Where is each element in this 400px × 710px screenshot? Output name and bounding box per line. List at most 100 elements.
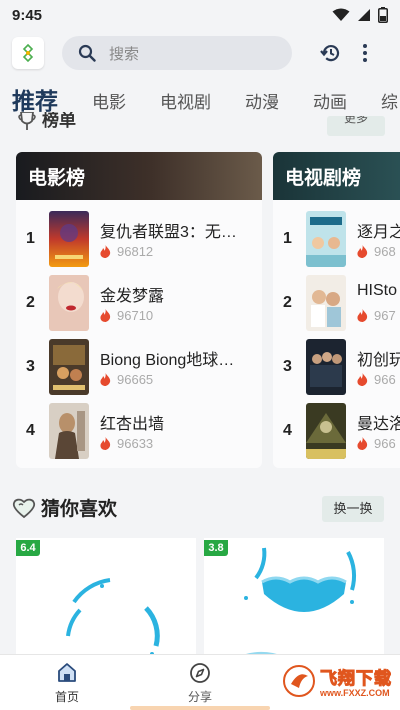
home-icon [58,663,76,682]
fire-icon [357,309,368,322]
nav-home[interactable]: 首页 [37,661,97,705]
watermark-text: 飞翔下载 [320,669,392,689]
rank-title: 复仇者联盟3：无… [100,224,237,241]
rank-title: 红杏出墙 [100,416,165,433]
search-icon [78,44,96,62]
rank-title: Biong Biong地球… [100,352,235,369]
poster-image [306,275,346,331]
rank-title: 初创玩 [357,352,400,369]
ranking-item[interactable]: 1 复仇者联盟3：无… 96812 [16,211,262,267]
heat-count: 96633 [100,436,153,451]
rank-title: 逐月之 [357,224,400,241]
rank-number: 4 [283,422,292,439]
heart-icon [12,498,36,518]
swap-button[interactable]: 换一换 [322,496,384,522]
poster-image [306,211,346,267]
guess-section-title: 猜你喜欢 [41,499,118,520]
tab-movie[interactable]: 电影 [92,88,126,116]
score-badge: 6.4 [16,540,40,556]
poster-image [49,339,89,395]
score-badge: 3.8 [204,540,228,556]
more-vert-icon [363,44,367,62]
ranking-item[interactable]: 2 HISto 967 [273,275,400,331]
tab-recommend[interactable]: 推荐 [12,82,58,116]
tv-ranking-header: 电视剧榜 [273,152,400,200]
fire-icon [357,373,368,386]
history-button[interactable] [320,42,342,64]
tab-tv-series[interactable]: 电视剧 [160,88,211,116]
fire-icon [100,309,111,322]
tv-ranking-title: 电视剧榜 [285,167,362,189]
fire-icon [357,437,368,450]
tab-anime[interactable]: 动漫 [245,88,279,116]
heat-value: 96812 [117,244,154,259]
heat-count: 966 [357,372,396,387]
poster-image [306,403,346,459]
nav-indicator [130,706,270,710]
poster-image [49,211,89,267]
ranking-item[interactable]: 3 Biong Biong地球… 96665 [16,339,262,395]
status-time: 9:45 [12,6,43,24]
ranking-item[interactable]: 3 初创玩 966 [273,339,400,395]
rank-number: 1 [26,230,35,247]
poster-image [49,275,89,331]
watermark-icon [283,665,315,697]
fire-icon [357,245,368,258]
trophy-icon [18,112,36,130]
heat-value: 966 [374,372,396,387]
tab-animation[interactable]: 动画 [313,88,347,116]
status-bar: 9:45 [0,0,400,30]
heat-count: 96665 [100,372,153,387]
rank-number: 4 [26,422,35,439]
fire-icon [100,373,111,386]
search-placeholder: 搜索 [109,45,140,63]
heat-value: 968 [374,244,396,259]
rank-number: 1 [283,230,292,247]
app-logo[interactable] [12,37,44,69]
more-label: 更多 [343,116,368,125]
ranking-item[interactable]: 4 红杏出墙 96633 [16,403,262,459]
poster-image [306,339,346,395]
ranking-item[interactable]: 1 逐月之 968 [273,211,400,267]
watermark-url: www.FXXZ.COM [320,688,390,698]
fire-icon [100,245,111,258]
nav-share-label: 分享 [187,690,212,704]
history-icon [320,45,340,62]
movie-ranking-header: 电影榜 [16,152,262,200]
tv-ranking-card[interactable]: 电视剧榜 1 逐月之 968 2 HISto 967 3 初创玩 966 4 曼… [273,152,400,468]
signal-icon [358,9,370,21]
heat-count: 966 [357,436,396,451]
rank-title: HISto [357,282,398,299]
more-button[interactable]: 更多 [327,116,385,136]
movie-ranking-card[interactable]: 电影榜 1 复仇者联盟3：无… 96812 2 金发梦露 96710 3 Bio… [16,152,262,468]
ranking-item[interactable]: 4 曼达洛 966 [273,403,400,459]
watermark-logo: 飞翔下载 www.FXXZ.COM [282,664,392,698]
rank-number: 2 [26,294,35,311]
search-input[interactable]: 搜索 [62,36,292,70]
top-header: 搜索 [0,30,400,76]
tab-variety[interactable]: 综 [381,88,398,116]
ranking-item[interactable]: 2 金发梦露 96710 [16,275,262,331]
guess-section-header: 猜你喜欢 [12,494,117,521]
ranking-section-header: 榜单 [16,112,76,132]
rank-title: 金发梦露 [100,288,165,305]
battery-icon [378,7,388,23]
heat-value: 967 [374,308,396,323]
compass-icon [190,663,210,683]
rank-number: 3 [26,358,35,375]
heat-count: 96710 [100,308,153,323]
more-options-button[interactable] [362,43,368,63]
heat-value: 96710 [117,308,154,323]
heat-count: 968 [357,244,396,259]
heat-value: 96665 [117,372,154,387]
ranking-section-title: 榜单 [42,112,76,130]
heat-value: 96633 [117,436,154,451]
ranking-cards: 电影榜 1 复仇者联盟3：无… 96812 2 金发梦露 96710 3 Bio… [16,152,400,468]
nav-home-label: 首页 [54,690,79,704]
poster-image [49,403,89,459]
heat-count: 967 [357,308,396,323]
nav-share[interactable]: 分享 [170,661,230,705]
status-icons [332,7,388,23]
rank-number: 3 [283,358,292,375]
rank-title: 曼达洛 [357,416,400,433]
